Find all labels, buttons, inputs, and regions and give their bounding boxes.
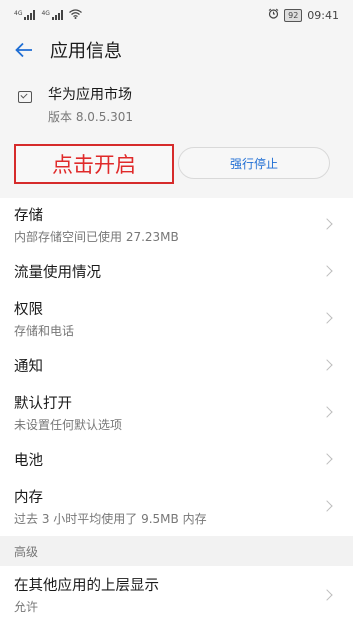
open-button[interactable]: 点击开启 <box>14 144 174 184</box>
list-item-subtitle: 允许 <box>14 600 39 614</box>
back-arrow-icon[interactable] <box>14 40 34 60</box>
list-item-subtitle: 未设置任何默认选项 <box>14 417 123 432</box>
list-item-notifications[interactable]: 通知 <box>0 344 353 386</box>
sim2-label: 4G <box>41 10 50 17</box>
force-stop-button[interactable]: 强行停止 <box>178 147 330 179</box>
status-left: 4G 4G <box>14 8 82 22</box>
list-item-title: 内存 <box>14 489 43 506</box>
list-item-title: 流量使用情况 <box>14 264 101 281</box>
open-button-label: 点击开启 <box>52 153 136 177</box>
list-item-subtitle: 内部存储空间已使用 27.23MB <box>14 229 179 244</box>
sim1-label: 4G <box>14 10 23 17</box>
app-name: 华为应用市场 <box>48 86 132 103</box>
status-right: 92 09:41 <box>268 8 339 22</box>
app-version: 版本 8.0.5.301 <box>48 109 134 124</box>
list-item-data-usage[interactable]: 流量使用情况 <box>0 250 353 292</box>
list-item-display-over-other-apps[interactable]: 在其他应用的上层显示 允许 <box>0 566 353 623</box>
list-item-title: 在其他应用的上层显示 <box>14 578 159 594</box>
list-item-subtitle: 过去 3 小时平均使用了 9.5MB 内存 <box>14 511 207 526</box>
list-item-permissions[interactable]: 权限 存储和电话 <box>0 292 353 344</box>
alarm-icon <box>268 8 279 22</box>
list-item-open-by-default[interactable]: 默认打开 未设置任何默认选项 <box>0 386 353 438</box>
settings-list: 存储 内部存储空间已使用 27.23MB 流量使用情况 权限 存储和电话 通知 … <box>0 198 353 536</box>
list-item-title: 默认打开 <box>14 395 72 412</box>
sim1-signal-icon: 4G <box>14 10 36 20</box>
list-item-memory[interactable]: 内存 过去 3 小时平均使用了 9.5MB 内存 <box>0 480 353 532</box>
action-buttons: 点击开启 强行停止 <box>0 144 353 186</box>
status-time: 09:41 <box>307 8 339 22</box>
wifi-icon <box>69 8 82 22</box>
top-bar: 应用信息 <box>0 30 353 70</box>
app-info-header: 华为应用市场 版本 8.0.5.301 <box>0 70 353 138</box>
advanced-list: 在其他应用的上层显示 允许 <box>0 566 353 623</box>
advanced-section-header: 高级 <box>0 536 353 566</box>
app-store-icon <box>18 91 32 103</box>
list-item-title: 存储 <box>14 207 43 224</box>
list-item-title: 通知 <box>14 358 43 375</box>
list-item-title: 电池 <box>14 452 43 469</box>
app-text: 华为应用市场 版本 8.0.5.301 <box>48 84 133 125</box>
list-item-subtitle: 存储和电话 <box>14 323 75 338</box>
page-title: 应用信息 <box>50 41 122 62</box>
status-bar: 4G 4G 92 09:41 <box>0 0 353 30</box>
list-item-storage[interactable]: 存储 内部存储空间已使用 27.23MB <box>0 198 353 250</box>
battery-indicator: 92 <box>284 8 303 22</box>
sim2-signal-icon: 4G <box>41 10 63 20</box>
list-item-battery[interactable]: 电池 <box>0 438 353 480</box>
list-item-title: 权限 <box>14 301 43 318</box>
